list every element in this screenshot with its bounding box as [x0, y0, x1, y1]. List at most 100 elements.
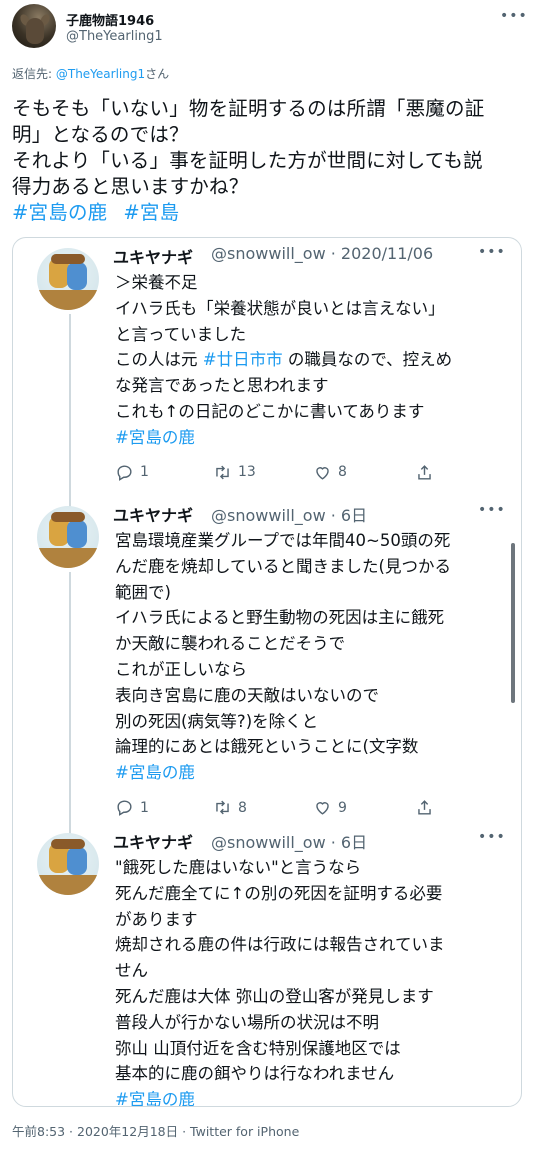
- tweet-text-line: 明」となるのでは？: [12, 123, 189, 146]
- more-options-icon[interactable]: •••: [478, 829, 506, 845]
- retweet-button[interactable]: 8: [213, 798, 247, 817]
- display-name[interactable]: ユキヤナギ: [113, 244, 193, 268]
- user-handle-date[interactable]: @snowwill_ow · 2020/11/06: [211, 244, 433, 263]
- display-name[interactable]: 子鹿物語1946: [66, 10, 154, 29]
- tweet-text-line: それより「いる」事を証明した方が世間に対しても説: [12, 149, 483, 172]
- tweet-timestamp[interactable]: 午前8:53 · 2020年12月18日 · Twitter for iPhon…: [12, 1121, 299, 1140]
- user-handle[interactable]: @TheYearling1: [66, 29, 163, 44]
- scrollbar[interactable]: [511, 543, 515, 703]
- tweet-text-line: 弥山 山頂付近を含む特別保護地区では: [115, 1036, 510, 1062]
- tweet-text-line: 論理的にあとは餓死ということに(文字数: [115, 734, 510, 760]
- tweet-text-line: 表向き宮島に鹿の天敵はいないので: [115, 683, 510, 709]
- share-icon: [415, 798, 440, 817]
- tweet-text-line: 死んだ鹿全てに↑の別の死因を証明する必要: [115, 881, 510, 907]
- hashtag-link[interactable]: #廿日市市: [203, 350, 283, 369]
- tweet-text-line: な発言であったと思われます: [115, 373, 510, 399]
- tweet-text-line: これも↑の日記のどこかに書いてあります: [115, 399, 510, 425]
- reply-mention-link[interactable]: @TheYearling1: [56, 67, 145, 81]
- retweet-icon: [213, 463, 238, 482]
- text-segment: 焼却される鹿の件は行政には報告されていま: [115, 935, 445, 955]
- embedded-thread-card[interactable]: ユキヤナギ @snowwill_ow · 2020/11/06 ••• ＞栄養不足 イハ…: [12, 237, 522, 1107]
- tweet-text: 宮島環境産業グループでは年間40~50頭の死 んだ鹿を焼却していると聞きました(見…: [115, 528, 510, 786]
- text-segment: があります: [115, 909, 198, 929]
- text-segment: 基本的に鹿の餌やりは行なわれません: [115, 1064, 395, 1084]
- text-segment: な発言であったと思われます: [115, 376, 329, 396]
- more-options-icon[interactable]: •••: [478, 244, 506, 260]
- avatar[interactable]: [12, 4, 56, 48]
- tweet-text-line: せん: [115, 958, 510, 984]
- retweet-icon: [213, 798, 238, 817]
- tweet-text-line: ＞栄養不足: [115, 270, 510, 296]
- avatar-figure: [67, 262, 87, 290]
- tweet-text-line: これが正しいなら: [115, 657, 510, 683]
- tweet-text-line: 範囲で): [115, 580, 510, 606]
- reply-suffix: さん: [145, 67, 170, 81]
- share-icon: [415, 463, 440, 482]
- reply-to-line: 返信先: @TheYearling1さん: [12, 65, 169, 82]
- more-options-icon[interactable]: •••: [478, 502, 506, 518]
- reply-button[interactable]: 1: [115, 798, 149, 817]
- tweet-text-line: があります: [115, 907, 510, 933]
- hashtag-link[interactable]: #宮島の鹿: [115, 763, 195, 782]
- display-name[interactable]: ユキヤナギ: [113, 829, 193, 853]
- text-segment: イハラ氏によると野生動物の死因は主に餓死: [115, 608, 445, 628]
- text-segment: か天敵に襲われることだそうで: [115, 634, 346, 654]
- action-count: 8: [338, 464, 347, 481]
- text-segment: この人は元: [115, 350, 203, 370]
- avatar-hat: [51, 254, 85, 264]
- like-icon: [313, 463, 338, 482]
- tweet-text-line: 別の死因(病気等?)を除くと: [115, 709, 510, 735]
- tweet-text-line: 死んだ鹿は大体 弥山の登山客が発見します: [115, 984, 510, 1010]
- like-button[interactable]: 9: [313, 798, 347, 817]
- tweet-text-line: んだ鹿を焼却していると聞きました(見つかる: [115, 554, 510, 580]
- tweet-actions: 1 13 8: [115, 463, 435, 483]
- text-segment: 論理的にあとは餓死ということに(文字数: [115, 737, 419, 757]
- action-count: 9: [338, 799, 347, 816]
- avatar[interactable]: [37, 248, 99, 310]
- tweet-text-line: #宮島の鹿: [115, 425, 510, 451]
- tweet-text-line: か天敵に襲われることだそうで: [115, 631, 510, 657]
- text-segment: と言っていました: [115, 324, 247, 344]
- reply-icon: [115, 463, 140, 482]
- like-button[interactable]: 8: [313, 463, 347, 482]
- reply-button[interactable]: 1: [115, 463, 149, 482]
- avatar[interactable]: [37, 506, 99, 568]
- hashtag-row: #宮島の鹿 #宮島: [12, 200, 522, 226]
- user-handle-date[interactable]: @snowwill_ow · 6日: [211, 829, 367, 853]
- user-handle-date[interactable]: @snowwill_ow · 6日: [211, 502, 367, 526]
- tweet-text-line: イハラ氏も「栄養状態が良いとは言えない」: [115, 296, 510, 322]
- tweet-text-line: #宮島の鹿: [115, 1087, 510, 1106]
- avatar-figure: [67, 520, 87, 548]
- share-button[interactable]: [415, 798, 440, 817]
- avatar-ground: [37, 290, 99, 310]
- more-options-icon[interactable]: •••: [500, 8, 528, 24]
- reply-icon: [115, 798, 140, 817]
- tweet-text-line: この人は元 #廿日市市 の職員なので、控えめ: [115, 347, 510, 373]
- text-segment: 弥山 山頂付近を含む特別保護地区では: [115, 1038, 401, 1058]
- tweet-actions: 1 8 9: [115, 798, 435, 818]
- action-count: 8: [238, 799, 247, 816]
- avatar-hat: [51, 512, 85, 522]
- text-segment: の職員なので、控えめ: [282, 350, 453, 370]
- hashtag-link[interactable]: #宮島: [123, 201, 179, 224]
- tweet-text-line: と言っていました: [115, 322, 510, 348]
- deer-head: [26, 18, 44, 44]
- hashtag-link[interactable]: #宮島の鹿: [115, 1090, 195, 1106]
- tweet-text-line: 焼却される鹿の件は行政には報告されていま: [115, 932, 510, 958]
- text-segment: 表向き宮島に鹿の天敵はいないので: [115, 685, 379, 705]
- retweet-button[interactable]: 13: [213, 463, 256, 482]
- avatar-figure: [67, 847, 87, 875]
- tweet-text-line: 基本的に鹿の餌やりは行なわれません: [115, 1061, 510, 1087]
- thread-connector-line: [69, 314, 71, 510]
- tweet-text-line: イハラ氏によると野生動物の死因は主に餓死: [115, 605, 510, 631]
- hashtag-link[interactable]: #宮島の鹿: [115, 428, 195, 447]
- hashtag-link[interactable]: #宮島の鹿: [12, 201, 107, 224]
- share-button[interactable]: [415, 463, 440, 482]
- display-name[interactable]: ユキヤナギ: [113, 502, 193, 526]
- tweet-text-line: そもそも「いない」物を証明するのは所謂「悪魔の証: [12, 97, 485, 120]
- text-segment: イハラ氏も「栄養状態が良いとは言えない」: [115, 298, 445, 318]
- avatar[interactable]: [37, 833, 99, 895]
- text-segment: 死んだ鹿は大体 弥山の登山客が発見します: [115, 986, 434, 1006]
- text-segment: "餓死した鹿はいない"と言うなら: [115, 858, 362, 877]
- avatar-hat: [51, 839, 85, 849]
